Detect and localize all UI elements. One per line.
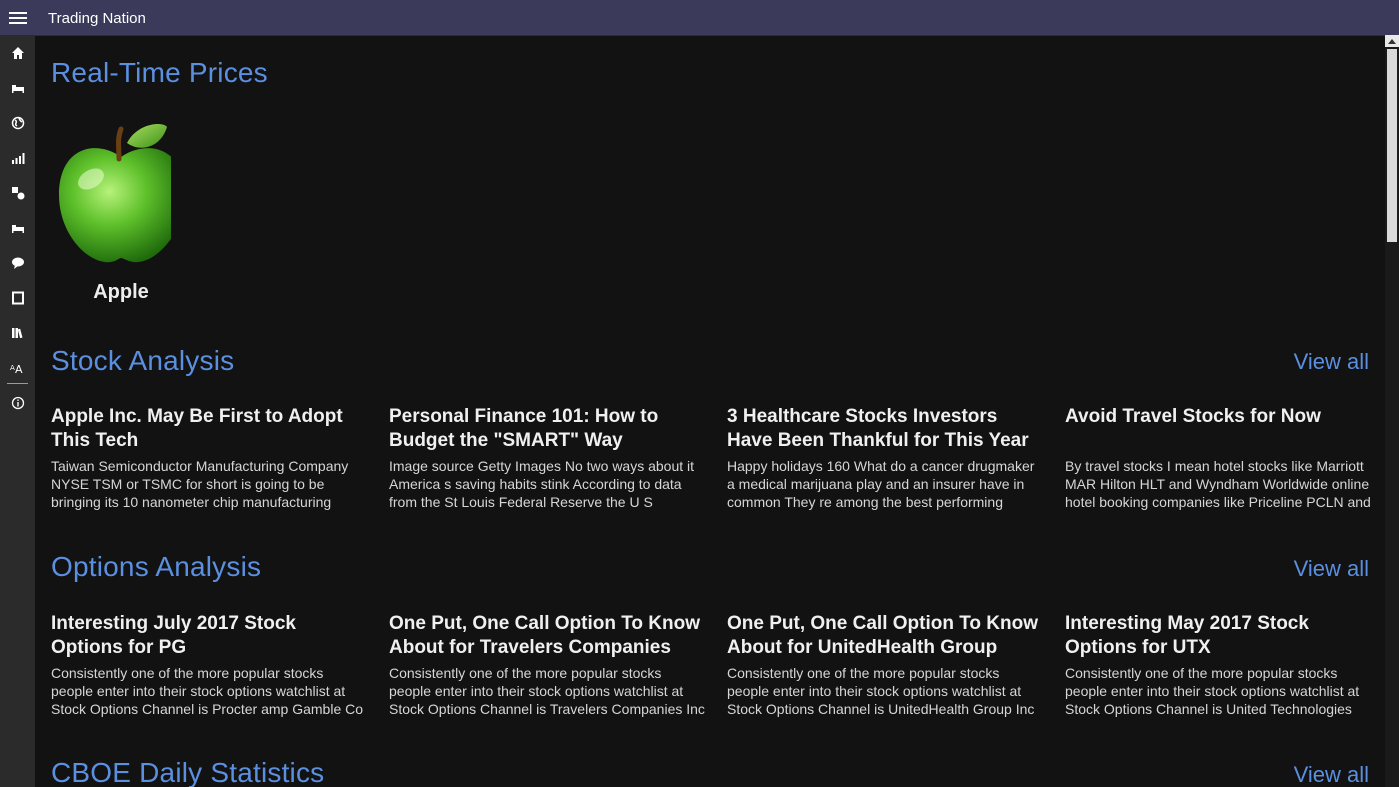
section-title-cboe-daily-statistics: CBOE Daily Statistics [51, 757, 325, 787]
card-headline: Interesting July 2017 Stock Options for … [51, 613, 296, 658]
card-headline: Apple Inc. May Be First to Adopt This Te… [51, 406, 343, 451]
vertical-scrollbar[interactable] [1385, 35, 1399, 787]
arrow-up-icon [1388, 39, 1396, 44]
card-summary: Consistently one of the more popular sto… [51, 665, 364, 717]
bar-chart-icon [11, 152, 24, 164]
options-card[interactable]: One Put, One Call Option To Know About f… [389, 612, 705, 718]
sidebar-item-shapes[interactable] [0, 175, 35, 210]
card-headline: One Put, One Call Option To Know About f… [389, 613, 701, 658]
options-card[interactable]: Interesting July 2017 Stock Options for … [51, 612, 367, 718]
options-card[interactable]: Interesting May 2017 Stock Options for U… [1065, 612, 1381, 718]
card-headline: One Put, One Call Option To Know About f… [727, 613, 1039, 658]
app-title: Trading Nation [48, 10, 146, 27]
card-headline: 3 Healthcare Stocks Investors Have Been … [727, 406, 1029, 451]
card-summary: By travel stocks I mean hotel stocks lik… [1065, 458, 1371, 510]
card-summary: Consistently one of the more popular sto… [1065, 665, 1360, 717]
stock-card[interactable]: 3 Healthcare Stocks Investors Have Been … [727, 405, 1043, 511]
sidebar-item-bed[interactable] [0, 70, 35, 105]
sidebar: A A [0, 35, 35, 787]
section-title-stock-analysis: Stock Analysis [51, 345, 235, 376]
card-summary: Consistently one of the more popular sto… [727, 665, 1035, 717]
card-summary: Taiwan Semiconductor Manufacturing Compa… [51, 458, 349, 510]
view-all-stock-analysis[interactable]: View all [1294, 349, 1369, 375]
tile-label: Apple [93, 281, 149, 303]
sidebar-item-font-size[interactable]: A A [0, 350, 35, 385]
bed-icon [11, 84, 24, 93]
home-icon [11, 46, 24, 59]
section-title-real-time-prices: Real-Time Prices [51, 57, 268, 88]
svg-text:A: A [15, 363, 23, 375]
scroll-up-button[interactable] [1385, 35, 1399, 47]
globe-icon [11, 116, 24, 129]
view-all-cboe-daily-statistics[interactable]: View all [1294, 762, 1369, 787]
sidebar-item-info[interactable] [0, 385, 35, 420]
card-summary: Consistently one of the more popular sto… [389, 665, 705, 717]
sidebar-item-globe[interactable] [0, 105, 35, 140]
hamburger-menu-button[interactable] [0, 0, 35, 35]
tablet-icon [11, 291, 24, 304]
sidebar-item-bar-chart[interactable] [0, 140, 35, 175]
hamburger-icon [8, 11, 27, 24]
stock-card[interactable]: Avoid Travel Stocks for Now By travel st… [1065, 405, 1381, 511]
sidebar-item-bed-2[interactable] [0, 210, 35, 245]
card-headline: Avoid Travel Stocks for Now [1065, 406, 1321, 427]
title-bar: Trading Nation [0, 0, 1399, 36]
card-headline: Interesting May 2017 Stock Options for U… [1065, 613, 1309, 658]
sidebar-item-tablet[interactable] [0, 280, 35, 315]
card-summary: Image source Getty Images No two ways ab… [389, 458, 695, 510]
section-title-options-analysis: Options Analysis [51, 551, 262, 582]
card-summary: Happy holidays 160 What do a cancer drug… [727, 458, 1035, 510]
shapes-icon [11, 186, 24, 199]
tile-apple[interactable]: Apple [51, 117, 191, 307]
sidebar-item-library[interactable] [0, 315, 35, 350]
stock-card[interactable]: Personal Finance 101: How to Budget the … [389, 405, 705, 511]
font-size-icon: A A [10, 363, 23, 375]
green-apple-icon [59, 117, 191, 267]
options-card[interactable]: One Put, One Call Option To Know About f… [727, 612, 1043, 718]
main-content: Real-Time Prices Apple Stock Analysis Vi… [35, 35, 1385, 787]
library-icon [11, 327, 22, 338]
bed-icon [11, 224, 24, 233]
stock-card[interactable]: Apple Inc. May Be First to Adopt This Te… [51, 405, 367, 511]
scroll-thumb[interactable] [1387, 49, 1397, 242]
sidebar-divider [7, 383, 28, 384]
speech-bubble-icon [11, 257, 24, 269]
sidebar-item-chat[interactable] [0, 245, 35, 280]
info-icon [11, 396, 24, 409]
view-all-options-analysis[interactable]: View all [1294, 556, 1369, 582]
sidebar-item-home[interactable] [0, 35, 35, 70]
card-headline: Personal Finance 101: How to Budget the … [389, 406, 659, 451]
